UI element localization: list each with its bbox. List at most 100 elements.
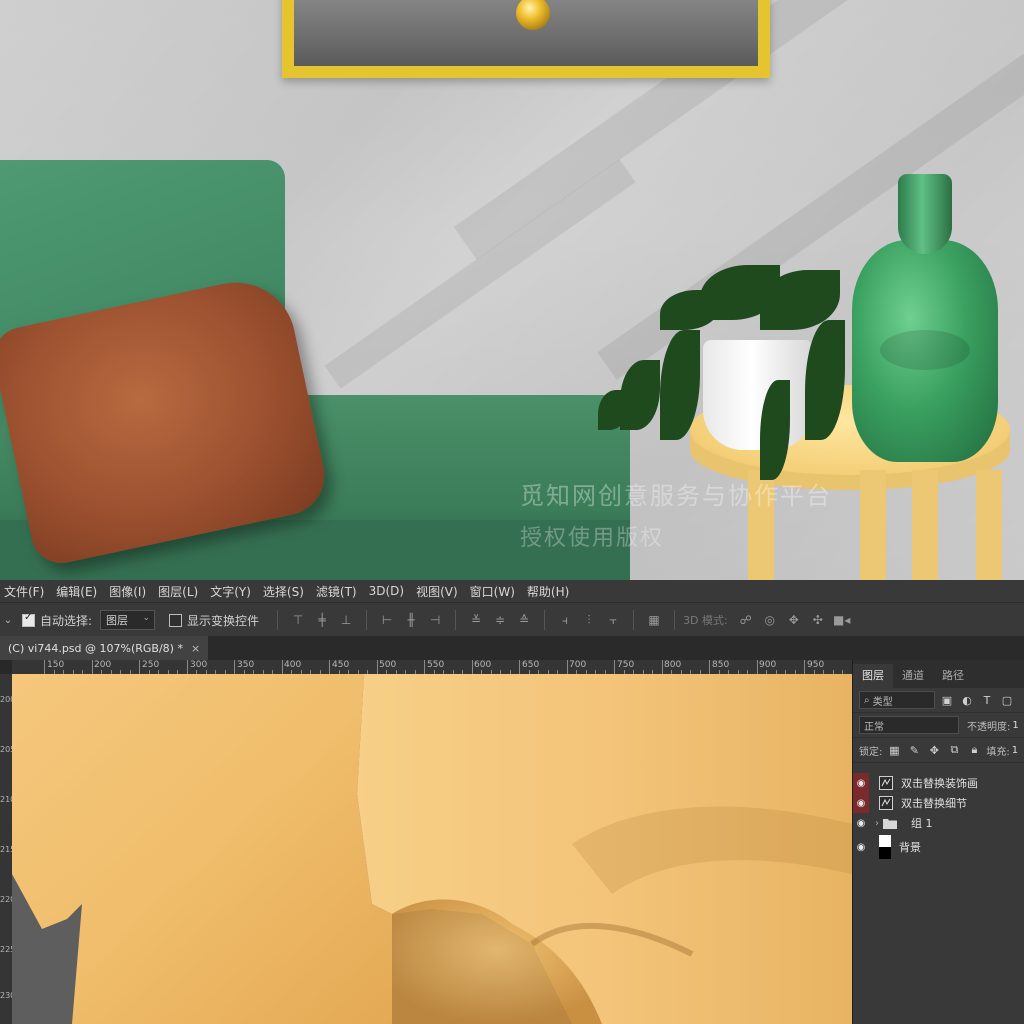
ruler-label: 2000 — [0, 695, 12, 704]
visibility-eye-icon[interactable]: ◉ — [853, 837, 869, 857]
ruler-label: 950 — [807, 660, 825, 670]
menu-help[interactable]: 帮助(H) — [523, 583, 577, 600]
lock-label: 锁定: — [859, 746, 883, 758]
background-thumbnail — [879, 835, 891, 859]
layer-name: 双击替换装饰画 — [901, 777, 978, 790]
menu-layer[interactable]: 图层(L) — [154, 583, 206, 600]
wall-shadow — [324, 159, 636, 389]
ruler-tick — [186, 660, 188, 674]
vase-shading — [880, 330, 970, 370]
menu-image[interactable]: 图像(I) — [105, 583, 154, 600]
opacity-label: 不透明度: — [967, 721, 1011, 733]
green-vase-neck — [898, 174, 952, 254]
watermark-text: 觅知网创意服务与协作平台 — [520, 482, 832, 510]
menu-3d[interactable]: 3D(D) — [365, 584, 412, 598]
menu-window[interactable]: 窗口(W) — [466, 583, 523, 600]
3d-pan-icon[interactable]: ✥ — [784, 610, 804, 630]
visibility-eye-icon[interactable]: ◉ — [853, 773, 869, 793]
ruler-label: 550 — [427, 660, 445, 670]
fill-value[interactable]: 1 — [1012, 745, 1018, 756]
lock-artboard-icon[interactable]: ⧉ — [946, 742, 962, 758]
auto-select-dropdown[interactable]: 图层 ⌄ — [100, 610, 156, 630]
ruler-label: 450 — [332, 660, 350, 670]
document-tab[interactable]: (C) vi744.psd @ 107%(RGB/8) * × — [0, 636, 209, 660]
lock-paint-icon[interactable]: ✎ — [906, 742, 922, 758]
search-icon: ⌕ — [864, 694, 873, 706]
visibility-eye-icon[interactable]: ◉ — [853, 793, 869, 813]
ruler-tick — [566, 660, 568, 674]
layer-row[interactable]: ◉ 背景 — [853, 833, 1024, 861]
align-left-icon[interactable]: ⊢ — [377, 610, 397, 630]
tab-channels[interactable]: 通道 — [893, 664, 933, 688]
lock-all-icon[interactable]: 🔒︎ — [966, 742, 982, 758]
layer-row-group[interactable]: ◉ › 组 1 — [853, 813, 1024, 833]
lock-row: 锁定: ▦ ✎ ✥ ⧉ 🔒︎ 填充: 1 — [853, 738, 1024, 763]
ruler-label: 2100 — [0, 795, 12, 804]
visibility-eye-icon[interactable]: ◉ — [853, 813, 869, 833]
document-tab-bar: (C) vi744.psd @ 107%(RGB/8) * × — [0, 636, 1024, 660]
align-top-icon[interactable]: ⊤ — [288, 610, 308, 630]
menu-edit[interactable]: 编辑(E) — [52, 583, 105, 600]
close-icon[interactable]: × — [191, 642, 200, 655]
divider — [633, 610, 635, 630]
tool-preset-chevron-icon[interactable]: ⌄ — [0, 615, 16, 626]
panel-tabs: 图层 通道 路径 — [853, 660, 1024, 688]
ruler-label: 250 — [142, 660, 160, 670]
menu-type[interactable]: 文字(Y) — [206, 583, 259, 600]
plant-pot — [703, 340, 813, 450]
ruler-label: 300 — [190, 660, 208, 670]
menu-select[interactable]: 选择(S) — [259, 583, 312, 600]
filter-shape-icon[interactable]: ▢ — [999, 692, 1015, 708]
3d-slide-icon[interactable]: ✣ — [808, 610, 828, 630]
ruler-horizontal: 150 200 250 300 350 400 450 500 550 600 … — [12, 660, 852, 675]
layer-row[interactable]: ◉ 双击替换细节 — [853, 793, 1024, 813]
lock-position-icon[interactable]: ✥ — [926, 742, 942, 758]
show-transform-checkbox[interactable] — [169, 613, 183, 627]
expand-chevron-icon[interactable]: › — [875, 818, 879, 829]
distribute-hcenter-icon[interactable]: ⫶ — [579, 610, 599, 630]
distribute-left-icon[interactable]: ⫞ — [555, 610, 575, 630]
fill-label: 填充: — [986, 746, 1010, 758]
3d-orbit-icon[interactable]: ☍ — [736, 610, 756, 630]
3d-roll-icon[interactable]: ◎ — [760, 610, 780, 630]
menu-view[interactable]: 视图(V) — [412, 583, 466, 600]
layer-row[interactable]: ◉ 双击替换装饰画 — [853, 773, 1024, 793]
menu-filter[interactable]: 滤镜(T) — [312, 583, 365, 600]
blend-mode-dropdown[interactable]: 正常 — [859, 716, 959, 734]
document-canvas[interactable] — [12, 674, 852, 1024]
layer-filter-dropdown[interactable]: ⌕ 类型 — [859, 691, 935, 709]
ruler-tick — [234, 660, 235, 674]
opacity-value[interactable]: 1 — [1012, 720, 1018, 731]
table-leg — [912, 470, 938, 580]
divider — [455, 610, 457, 630]
lock-transparent-icon[interactable]: ▦ — [886, 742, 902, 758]
filter-adjustment-icon[interactable]: ◐ — [959, 692, 975, 708]
ruler-label: 2150 — [0, 845, 12, 854]
frame-artwork — [294, 0, 758, 66]
folder-icon — [883, 819, 897, 829]
3d-camera-icon[interactable]: ■◂ — [832, 610, 852, 630]
align-vcenter-icon[interactable]: ╪ — [312, 610, 332, 630]
align-hcenter-icon[interactable]: ╫ — [401, 610, 421, 630]
ruler-label: 600 — [474, 660, 492, 670]
tab-layers[interactable]: 图层 — [853, 664, 893, 688]
align-right-icon[interactable]: ⊣ — [425, 610, 445, 630]
table-leg — [976, 470, 1002, 580]
divider — [366, 610, 368, 630]
distribute-top-icon[interactable]: ≚ — [466, 610, 486, 630]
ruler-tick — [329, 660, 330, 674]
ruler-tick — [91, 660, 93, 674]
filter-pixel-icon[interactable]: ▣ — [939, 692, 955, 708]
distribute-right-icon[interactable]: ⫟ — [603, 610, 623, 630]
auto-align-icon[interactable]: ▦ — [644, 610, 664, 630]
menu-file[interactable]: 文件(F) — [0, 583, 52, 600]
distribute-bottom-icon[interactable]: ≙ — [514, 610, 534, 630]
filter-type-icon[interactable]: T — [979, 692, 995, 708]
ruler-label: 750 — [617, 660, 635, 670]
ruler-tick — [139, 660, 140, 674]
auto-select-checkbox[interactable] — [22, 612, 35, 627]
tab-paths[interactable]: 路径 — [933, 664, 973, 688]
distribute-vcenter-icon[interactable]: ≑ — [490, 610, 510, 630]
mockup-photo: 觅知网创意服务与协作平台 授权使用版权 — [0, 0, 1024, 580]
align-bottom-icon[interactable]: ⊥ — [336, 610, 356, 630]
